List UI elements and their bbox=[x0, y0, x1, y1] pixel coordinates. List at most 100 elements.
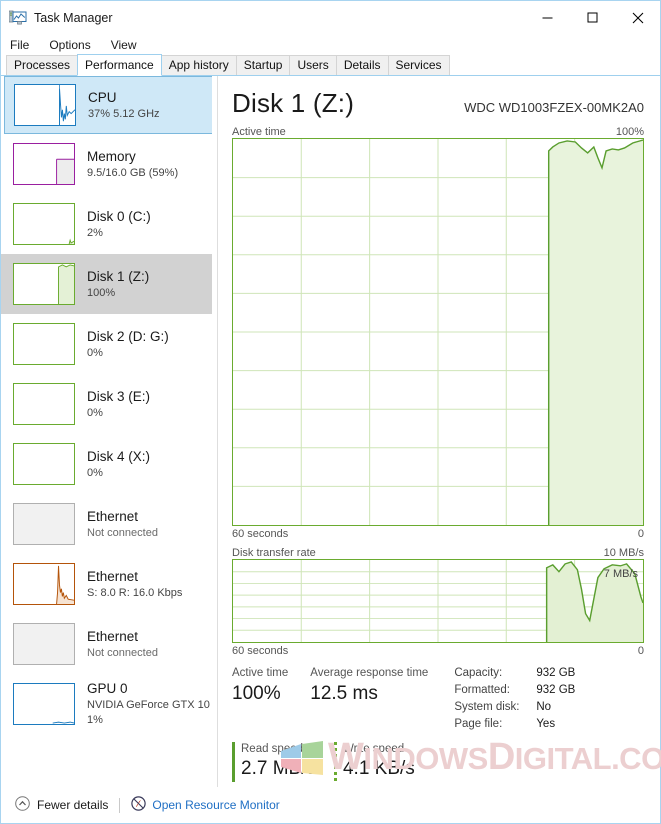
stat-active-time-label: Active time bbox=[232, 667, 289, 679]
read-speed-text: Read speed 2.7 MB/s bbox=[241, 741, 316, 781]
sidebar-gpu0-text: GPU 0 NVIDIA GeForce GTX 10 1% bbox=[87, 681, 210, 727]
maximize-button[interactable] bbox=[570, 2, 615, 34]
tab-services[interactable]: Services bbox=[387, 55, 450, 75]
sidebar-item-memory[interactable]: Memory 9.5/16.0 GB (59%) bbox=[1, 134, 217, 194]
read-speed-marker-icon bbox=[232, 742, 235, 782]
tab-strip: Processes Performance App history Startu… bbox=[1, 54, 660, 76]
sidebar-item-sublabel: 37% 5.12 GHz bbox=[88, 107, 160, 120]
menu-item-file[interactable]: File bbox=[10, 38, 29, 52]
info-key: System disk: bbox=[454, 701, 520, 713]
resource-sidebar[interactable]: CPU 37% 5.12 GHz Memory 9.5/16.0 GB (59%… bbox=[1, 76, 218, 787]
menu-bar: File Options View bbox=[1, 34, 660, 55]
tab-users[interactable]: Users bbox=[289, 55, 337, 75]
sidebar-item-label: GPU 0 bbox=[87, 681, 128, 696]
sidebar-disk3-text: Disk 3 (E:) 0% bbox=[87, 389, 150, 420]
ethernet2-thumbnail-graph bbox=[13, 563, 75, 605]
disk0-thumbnail-graph bbox=[13, 203, 75, 245]
minimize-button[interactable] bbox=[525, 2, 570, 34]
fewer-details-button[interactable]: Fewer details bbox=[15, 796, 108, 814]
disk2-thumbnail-graph bbox=[13, 323, 75, 365]
transfer-rate-axis-left: 60 seconds bbox=[232, 645, 289, 657]
write-speed-label: Write speed bbox=[342, 743, 405, 755]
active-time-axis-right: 0 bbox=[637, 528, 644, 540]
disk3-thumbnail-graph bbox=[13, 383, 75, 425]
disk-stats: Active time 100% Average response time 1… bbox=[232, 665, 644, 733]
menu-item-options[interactable]: Options bbox=[49, 38, 90, 52]
sidebar-item-disk4[interactable]: Disk 4 (X:) 0% bbox=[1, 434, 217, 494]
tab-details[interactable]: Details bbox=[335, 55, 389, 75]
menu-item-view[interactable]: View bbox=[111, 38, 137, 52]
table-row: Page file: Yes bbox=[454, 716, 575, 733]
tab-processes[interactable]: Processes bbox=[6, 55, 79, 75]
sidebar-item-disk1[interactable]: Disk 1 (Z:) 100% bbox=[1, 254, 217, 314]
tab-app-history[interactable]: App history bbox=[160, 55, 237, 75]
sidebar-item-sublabel: NVIDIA GeForce GTX 10 bbox=[87, 699, 210, 711]
write-speed-text: Write speed 4.1 KB/s bbox=[343, 741, 415, 781]
transfer-rate-annotation: 7 MB/s bbox=[603, 568, 638, 580]
disk-model-label: WDC WD1003FZEX-00MK2A0 bbox=[464, 100, 644, 115]
content-area: CPU 37% 5.12 GHz Memory 9.5/16.0 GB (59%… bbox=[1, 76, 660, 787]
stat-response-time-label: Average response time bbox=[310, 667, 429, 679]
sidebar-item-label: Disk 2 (D: G:) bbox=[87, 328, 169, 344]
sidebar-item-label: Disk 3 (E:) bbox=[87, 388, 151, 404]
sidebar-item-ethernet-1[interactable]: Ethernet Not connected bbox=[1, 494, 217, 554]
ethernet3-thumbnail-graph bbox=[13, 623, 75, 665]
transfer-rate-axis: 60 seconds 0 bbox=[232, 645, 644, 657]
sidebar-disk1-text: Disk 1 (Z:) 100% bbox=[87, 269, 149, 300]
sidebar-item-ethernet-3[interactable]: Ethernet Not connected bbox=[1, 614, 217, 674]
active-time-graph bbox=[232, 138, 644, 526]
info-key: Formatted: bbox=[454, 684, 510, 696]
sidebar-item-disk3[interactable]: Disk 3 (E:) 0% bbox=[1, 374, 217, 434]
open-resource-monitor-label: Open Resource Monitor bbox=[152, 798, 280, 812]
write-speed-value: 4.1 KB/s bbox=[342, 758, 415, 779]
info-value: 932 GB bbox=[536, 667, 576, 679]
write-speed-marker-icon bbox=[333, 742, 337, 782]
sidebar-item-label: Disk 0 (C:) bbox=[87, 208, 151, 224]
fewer-details-label: Fewer details bbox=[37, 798, 109, 812]
performance-detail-pane: Disk 1 (Z:) WDC WD1003FZEX-00MK2A0 Activ… bbox=[218, 76, 660, 787]
sidebar-item-gpu0[interactable]: GPU 0 NVIDIA GeForce GTX 10 1% bbox=[1, 674, 217, 734]
sidebar-ethernet3-text: Ethernet Not connected bbox=[87, 629, 158, 660]
transfer-rate-graph-labels: Disk transfer rate 10 MB/s bbox=[232, 547, 644, 559]
cpu-thumbnail-graph bbox=[14, 84, 76, 126]
tab-performance[interactable]: Performance bbox=[77, 54, 162, 76]
sidebar-item-cpu[interactable]: CPU 37% 5.12 GHz bbox=[4, 76, 214, 134]
ethernet1-thumbnail-graph bbox=[13, 503, 75, 545]
sidebar-item-sublabel: 100% bbox=[87, 286, 116, 299]
active-time-axis-left: 60 seconds bbox=[232, 528, 289, 540]
open-resource-monitor-link[interactable]: Open Resource Monitor bbox=[131, 796, 280, 814]
close-button[interactable] bbox=[615, 2, 660, 34]
sidebar-item-sublabel: 0% bbox=[87, 466, 103, 479]
sidebar-item-label: Disk 1 (Z:) bbox=[87, 268, 150, 284]
stat-active-time: Active time 100% bbox=[232, 665, 288, 733]
active-time-graph-labels: Active time 100% bbox=[232, 126, 644, 138]
read-speed-value: 2.7 MB/s bbox=[241, 758, 316, 779]
sidebar-disk0-text: Disk 0 (C:) 2% bbox=[87, 209, 151, 240]
sidebar-memory-text: Memory 9.5/16.0 GB (59%) bbox=[87, 149, 178, 180]
sidebar-item-label: Ethernet bbox=[87, 628, 139, 644]
sidebar-item-sublabel: Not connected bbox=[87, 526, 158, 539]
active-time-axis: 60 seconds 0 bbox=[232, 528, 644, 540]
sidebar-scrollbar[interactable] bbox=[212, 76, 217, 787]
sidebar-disk4-text: Disk 4 (X:) 0% bbox=[87, 449, 150, 480]
read-speed-block: Read speed 2.7 MB/s bbox=[232, 741, 316, 782]
sidebar-item-sublabel: Not connected bbox=[87, 646, 158, 659]
transfer-rate-max-label: 10 MB/s bbox=[603, 547, 644, 559]
disk4-thumbnail-graph bbox=[13, 443, 75, 485]
transfer-rate-graph: 7 MB/s bbox=[232, 559, 644, 643]
footer-divider bbox=[119, 797, 121, 813]
table-row: System disk: No bbox=[454, 699, 575, 716]
sidebar-item-sublabel-2: 1% bbox=[87, 714, 103, 726]
sidebar-item-disk2[interactable]: Disk 2 (D: G:) 0% bbox=[1, 314, 217, 374]
sidebar-item-disk0[interactable]: Disk 0 (C:) 2% bbox=[1, 194, 217, 254]
speed-legend: Read speed 2.7 MB/s Write speed 4.1 KB/s bbox=[232, 741, 644, 782]
status-bar: Fewer details Open Resource Monitor bbox=[1, 787, 660, 823]
stat-response-time-value: 12.5 ms bbox=[310, 683, 378, 704]
sidebar-disk2-text: Disk 2 (D: G:) 0% bbox=[87, 329, 169, 360]
stat-active-time-value: 100% bbox=[232, 683, 281, 704]
sidebar-item-ethernet-2[interactable]: Ethernet S: 8.0 R: 16.0 Kbps bbox=[1, 554, 217, 614]
info-value: Yes bbox=[536, 718, 556, 730]
tab-startup[interactable]: Startup bbox=[235, 55, 291, 75]
info-key: Capacity: bbox=[454, 667, 503, 679]
sidebar-item-sublabel: 0% bbox=[87, 346, 103, 359]
